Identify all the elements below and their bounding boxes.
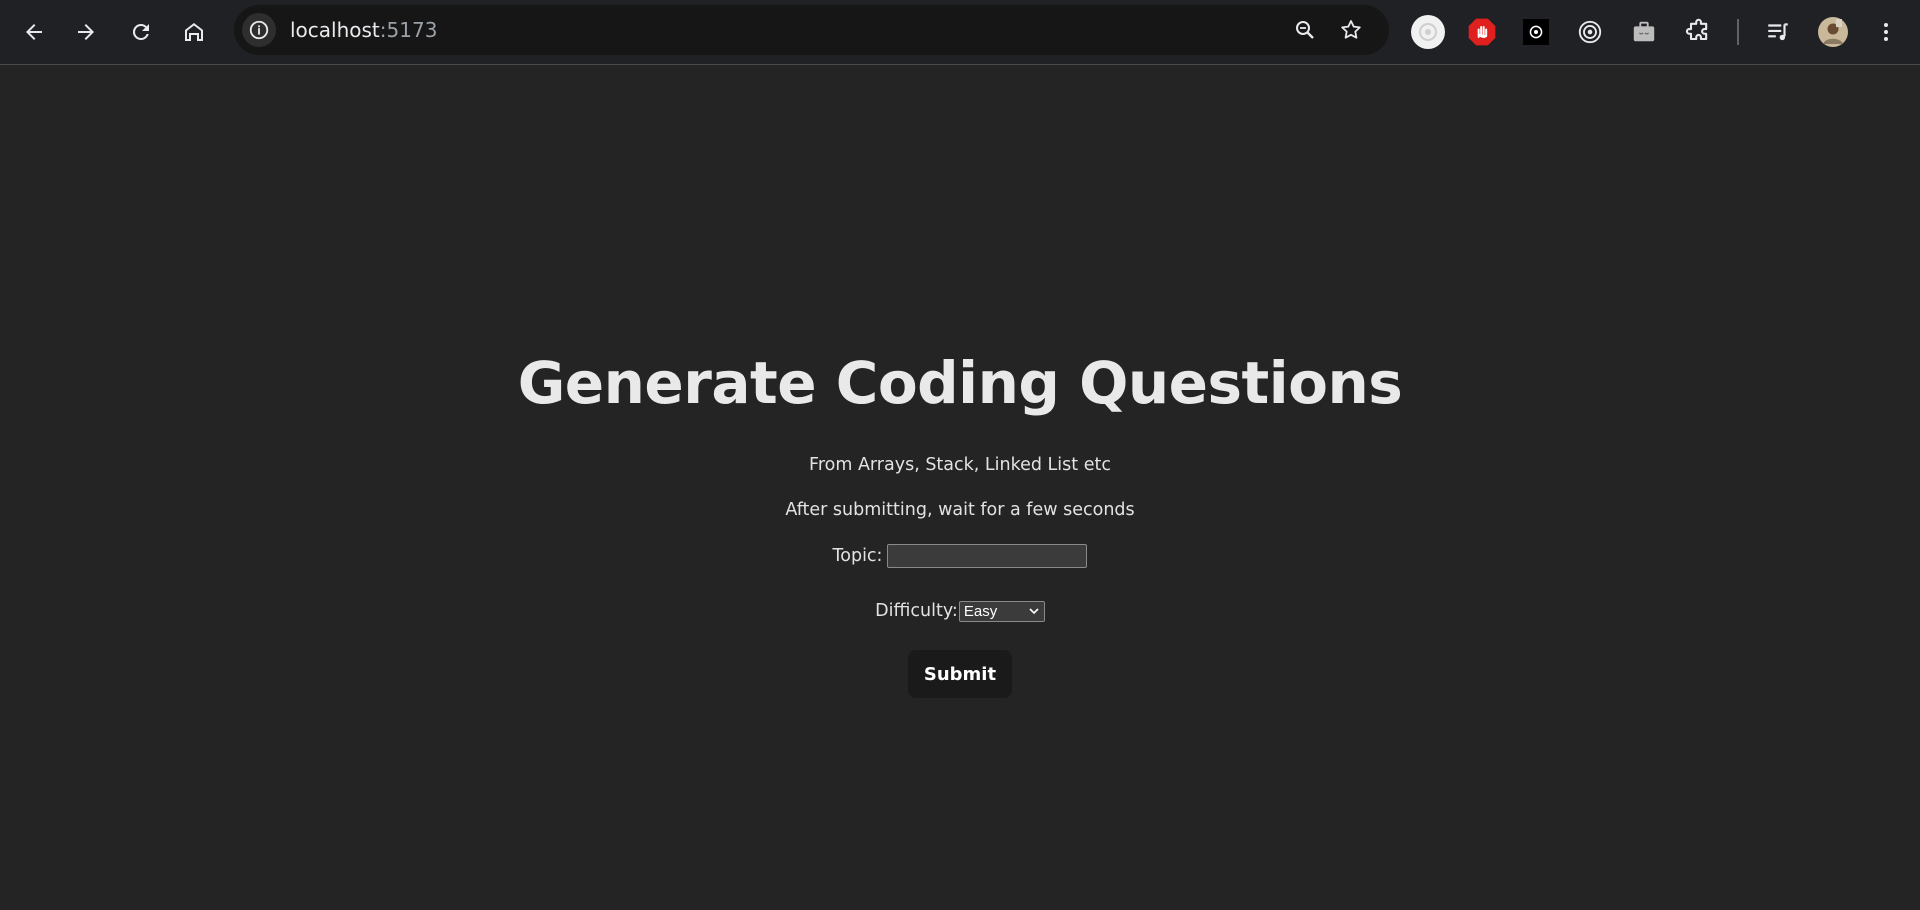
home-icon [185,23,203,41]
browser-toolbar: localhost:5173 [0,0,1920,65]
forward-button[interactable] [66,12,106,52]
subtitle-topics: From Arrays, Stack, Linked List etc [809,455,1111,475]
zoom-button[interactable] [1292,17,1318,43]
difficulty-selected-value: Easy [963,602,998,620]
target-extension[interactable] [1571,13,1609,51]
topic-input[interactable] [887,544,1088,568]
difficulty-row: Difficulty: Easy [0,599,1920,623]
media-queue-icon [1768,23,1788,41]
back-button[interactable] [14,12,54,52]
profile-avatar [1818,17,1848,47]
briefcase-icon [1633,21,1655,42]
url-host: localhost [290,18,380,42]
adblock-extension[interactable] [1463,13,1501,51]
media-queue-button[interactable] [1759,13,1797,51]
address-bar[interactable]: localhost:5173 [234,5,1389,55]
browser-menu-button[interactable] [1867,13,1905,51]
arrow-right-icon [78,24,94,40]
kebab-menu-icon [1884,23,1888,41]
topic-row: Topic: [0,543,1920,569]
reload-icon [132,23,149,40]
puzzle-icon [1685,18,1708,41]
info-icon [249,20,269,40]
page-title: Generate Coding Questions [517,349,1403,417]
page-content: Generate Coding Questions From Arrays, S… [0,65,1920,910]
openai-icon [1411,15,1445,49]
star-icon [1341,20,1361,39]
toolbar-divider [1737,19,1739,45]
submit-button[interactable]: Submit [908,650,1012,698]
bookmark-button[interactable] [1338,17,1364,43]
arrow-left-icon [26,24,42,40]
topic-label: Topic: [832,546,883,566]
home-button[interactable] [174,12,214,52]
profile-button[interactable] [1814,13,1852,51]
target-icon [1578,20,1602,44]
url-port: :5173 [379,18,438,42]
adblock-icon [1468,18,1496,46]
chatgpt-extension[interactable] [1517,13,1555,51]
zoom-icon [1296,21,1314,39]
difficulty-label: Difficulty: [875,601,958,621]
chatgpt-icon [1523,19,1549,45]
openai-extension[interactable] [1409,13,1447,51]
url-text: localhost:5173 [290,18,437,42]
extensions-button[interactable] [1679,13,1717,51]
difficulty-select[interactable]: Easy [958,600,1045,622]
reload-button[interactable] [121,12,161,52]
site-info-button[interactable] [242,13,276,47]
briefcase-extension[interactable] [1625,13,1663,51]
chevron-down-icon [1029,608,1039,615]
subtitle-wait: After submitting, wait for a few seconds [785,500,1135,520]
